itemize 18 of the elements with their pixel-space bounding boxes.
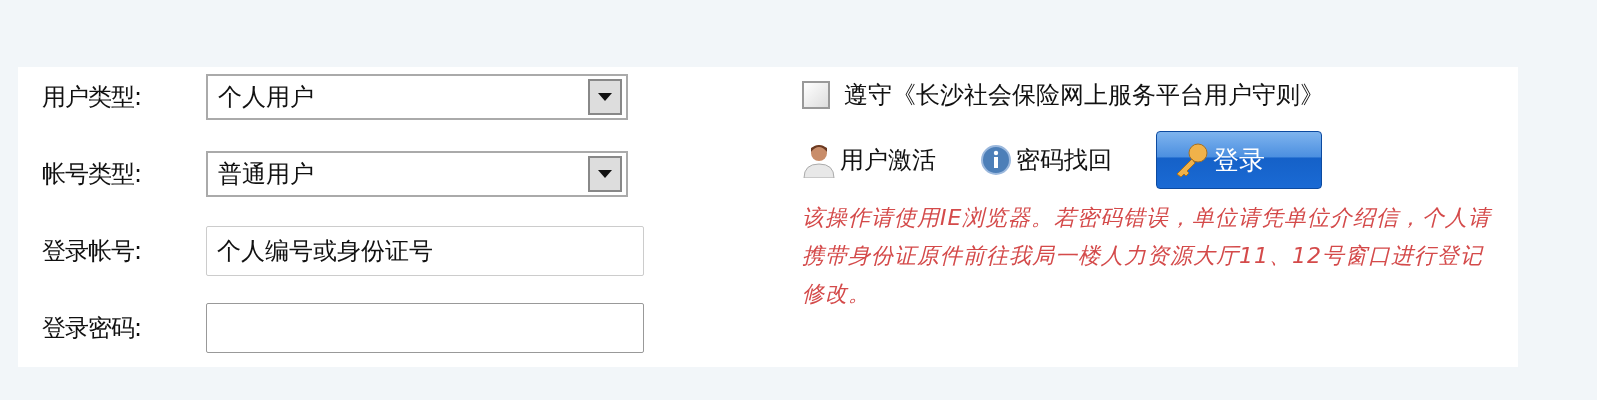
login-button[interactable]: 登录 [1156, 131, 1322, 189]
field-label: 登录帐号: [42, 236, 143, 267]
field-label: 帐号类型: [42, 159, 143, 190]
agreement-label: 遵守《长沙社会保险网上服务平台用户守则》 [844, 80, 1324, 111]
dropdown[interactable]: 个人用户 [206, 74, 628, 120]
user-icon [802, 142, 836, 178]
link[interactable]: 用户激活 [802, 142, 936, 178]
field-label: 用户类型: [42, 82, 143, 113]
input-field[interactable] [206, 303, 644, 353]
input-field[interactable]: 个人编号或身份证号 [206, 226, 644, 276]
caret-icon [588, 79, 622, 115]
checkbox[interactable] [802, 81, 830, 109]
dropdown[interactable]: 普通用户 [206, 151, 628, 197]
field-label: 登录密码: [42, 313, 143, 344]
link[interactable]: 密码找回 [980, 144, 1112, 176]
caret-icon [588, 156, 622, 192]
notice-text: 该操作请使用IE浏览器。若密码错误，单位请凭单位介绍信，个人请携带身份证原件前往我局一楼人力资源大厅11、12号窗口进行登记修改。 [802, 204, 1494, 308]
info-icon [980, 144, 1012, 176]
